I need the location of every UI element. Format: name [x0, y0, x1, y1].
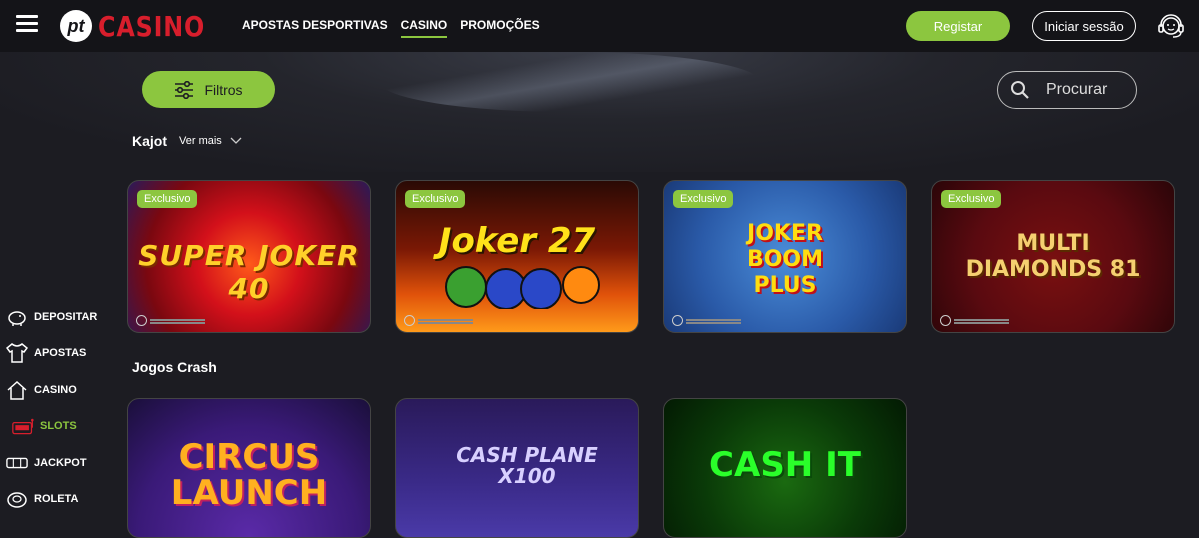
game-card-cash-plane-x100[interactable]: CASH PLANE X100 [395, 398, 639, 538]
hero-light-streak [380, 52, 760, 112]
responsible-gaming-notice [136, 314, 206, 326]
roulette-icon [6, 489, 28, 509]
see-more-label: Ver mais [179, 135, 222, 147]
sidebar-item-label: JACKPOT [34, 457, 87, 469]
game-title: CIRCUS LAUNCH [170, 437, 328, 513]
nav-casino[interactable]: CASINO [400, 18, 448, 38]
search-icon [1011, 81, 1029, 99]
game-title: CASH PLANE X100 [456, 443, 598, 488]
game-card-multi-diamonds-81[interactable]: Exclusivo MULTI DIAMONDS 81 [931, 180, 1175, 333]
sidebar-item-label: DEPOSITAR [34, 311, 98, 323]
game-card-circus-launch[interactable]: CIRCUS LAUNCH [127, 398, 371, 538]
house-icon [6, 380, 28, 400]
section-header-kajot: Kajot Ver mais [132, 133, 242, 149]
game-card-joker-boom-plus[interactable]: Exclusivo JOKER BOOM PLUS [663, 180, 907, 333]
game-title: CASH IT [709, 445, 861, 485]
piggy-bank-icon [6, 307, 28, 327]
register-button[interactable]: Registar [906, 11, 1010, 41]
filter-button[interactable]: Filtros [142, 71, 275, 108]
sliders-icon [175, 80, 194, 99]
responsible-gaming-notice [940, 314, 1010, 326]
sidebar-item-label: SLOTS [40, 420, 77, 432]
section-title: Jogos Crash [132, 359, 217, 375]
main-nav: APOSTAS DESPORTIVAS CASINO PROMOÇÕES [242, 18, 540, 38]
top-bar: pt CASINO APOSTAS DESPORTIVAS CASINO PRO… [0, 0, 1199, 52]
logo[interactable]: pt CASINO [60, 9, 224, 43]
game-title: MULTI DIAMONDS 81 [965, 231, 1141, 282]
nav-promotions[interactable]: PROMOÇÕES [460, 18, 539, 38]
exclusive-badge: Exclusivo [941, 190, 1002, 208]
sidebar-item-label: ROLETA [34, 493, 79, 505]
responsible-gaming-notice [404, 314, 474, 326]
search-box[interactable] [997, 71, 1137, 109]
fruit-symbols-icon [445, 266, 600, 309]
sidebar-item-depositar[interactable]: DEPOSITAR [6, 307, 97, 327]
logo-pt: pt [60, 10, 92, 42]
filter-label: Filtros [204, 81, 243, 98]
login-button[interactable]: Iniciar sessão [1032, 11, 1136, 41]
game-card-cash-it[interactable]: CASH IT [663, 398, 907, 538]
exclusive-badge: Exclusivo [673, 190, 734, 208]
nav-sports[interactable]: APOSTAS DESPORTIVAS [242, 18, 388, 38]
game-title: Joker 27 [438, 221, 596, 261]
menu-icon[interactable] [16, 15, 38, 33]
game-title: JOKER BOOM PLUS [746, 221, 824, 298]
game-card-super-joker-40[interactable]: Exclusivo SUPER JOKER 40 [127, 180, 371, 333]
logo-casino: CASINO [98, 9, 206, 43]
search-input[interactable] [1044, 80, 1128, 100]
section-header-crash: Jogos Crash [132, 359, 217, 375]
chevron-down-icon [230, 137, 242, 144]
slot-machine-icon [12, 416, 34, 436]
headset-support-icon[interactable] [1157, 12, 1185, 40]
sidebar-item-slots[interactable]: SLOTS [12, 416, 77, 436]
sidebar-item-jackpot[interactable]: JACKPOT [6, 453, 87, 473]
jersey-icon [6, 343, 28, 363]
exclusive-badge: Exclusivo [137, 190, 198, 208]
exclusive-badge: Exclusivo [405, 190, 466, 208]
responsible-gaming-notice [672, 314, 742, 326]
section-title: Kajot [132, 133, 167, 149]
sidebar-item-label: APOSTAS [34, 347, 87, 359]
see-more-link[interactable]: Ver mais [179, 135, 242, 147]
sidebar-item-apostas[interactable]: APOSTAS [6, 343, 86, 363]
game-card-joker-27[interactable]: Exclusivo Joker 27 [395, 180, 639, 333]
sidebar-item-roleta[interactable]: ROLETA [6, 489, 78, 509]
game-title: SUPER JOKER 40 [138, 239, 360, 305]
jackpot-icon [6, 453, 28, 473]
sidebar-item-label: CASINO [34, 384, 77, 396]
sidebar-item-casino[interactable]: CASINO [6, 380, 77, 400]
